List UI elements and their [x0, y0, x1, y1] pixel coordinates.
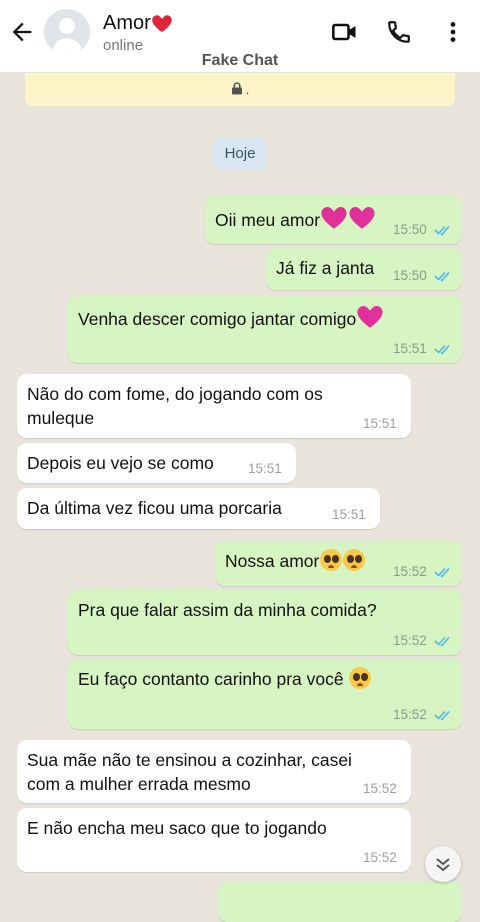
more-options-icon[interactable]	[440, 18, 466, 46]
message-time: 15:51	[363, 416, 397, 431]
message-bubble-incoming[interactable]: E não encha meu saco que to jogando 15:5…	[17, 808, 411, 872]
purple-heart-icon	[357, 305, 383, 328]
message-time: 15:51	[248, 461, 282, 476]
purple-heart-icon	[321, 206, 347, 229]
message-bubble-incoming[interactable]: Depois eu vejo se como 15:51	[17, 443, 296, 483]
notice-text: .	[245, 82, 250, 97]
message-bubble-incoming[interactable]: Da última vez ficou uma porcaria 15:51	[17, 488, 380, 529]
message-bubble-outgoing-partial[interactable]	[218, 882, 462, 922]
pleading-face-icon	[320, 549, 343, 571]
pleading-face-icon	[343, 549, 366, 571]
video-call-icon[interactable]	[331, 18, 359, 46]
message-time: 15:51	[332, 507, 366, 522]
message-bubble-outgoing[interactable]: Pra que falar assim da minha comida? 15:…	[68, 590, 462, 655]
message-time: 15:52	[363, 781, 397, 796]
message-bubble-outgoing[interactable]: Oii meu amor 15:50	[205, 196, 462, 244]
lock-icon	[231, 82, 242, 95]
double-check-icon	[434, 271, 450, 282]
message-bubble-outgoing[interactable]: Venha descer comigo jantar comigo 15:51	[68, 295, 462, 363]
double-check-icon	[434, 344, 450, 355]
message-time: 15:50	[393, 222, 427, 237]
red-heart-icon	[152, 15, 172, 33]
message-time: 15:52	[393, 564, 427, 579]
pleading-face-icon	[349, 667, 372, 689]
double-check-icon	[434, 225, 450, 236]
message-bubble-outgoing[interactable]: Já fiz a janta 15:50	[266, 248, 462, 290]
message-bubble-incoming[interactable]: Sua mãe não te ensinou a cozinhar, casei…	[17, 740, 411, 803]
avatar[interactable]	[44, 9, 90, 55]
message-bubble-incoming[interactable]: Não do com fome, do jogando com os mulequ…	[17, 374, 411, 438]
message-bubble-outgoing[interactable]: Nossa amor 15:52	[215, 541, 462, 586]
message-time: 15:51	[393, 341, 427, 356]
purple-heart-icon	[349, 206, 375, 229]
contact-name[interactable]: Amor	[103, 12, 173, 35]
double-check-icon	[434, 710, 450, 721]
message-bubble-outgoing[interactable]: Eu faço contanto carinho pra você 15:52	[68, 659, 462, 729]
back-arrow-icon[interactable]	[8, 18, 36, 46]
scroll-down-icon	[436, 858, 450, 872]
watermark: Fake Chat	[201, 52, 279, 69]
message-time: 15:52	[363, 850, 397, 865]
double-check-icon	[434, 567, 450, 578]
phone-icon[interactable]	[386, 18, 412, 46]
message-time: 15:52	[393, 707, 427, 722]
encryption-notice[interactable]: .	[25, 73, 455, 106]
double-check-icon	[434, 636, 450, 647]
message-time: 15:50	[393, 268, 427, 283]
scroll-down-button[interactable]	[425, 846, 461, 882]
message-time: 15:52	[393, 633, 427, 648]
date-divider: Hoje	[214, 138, 266, 170]
